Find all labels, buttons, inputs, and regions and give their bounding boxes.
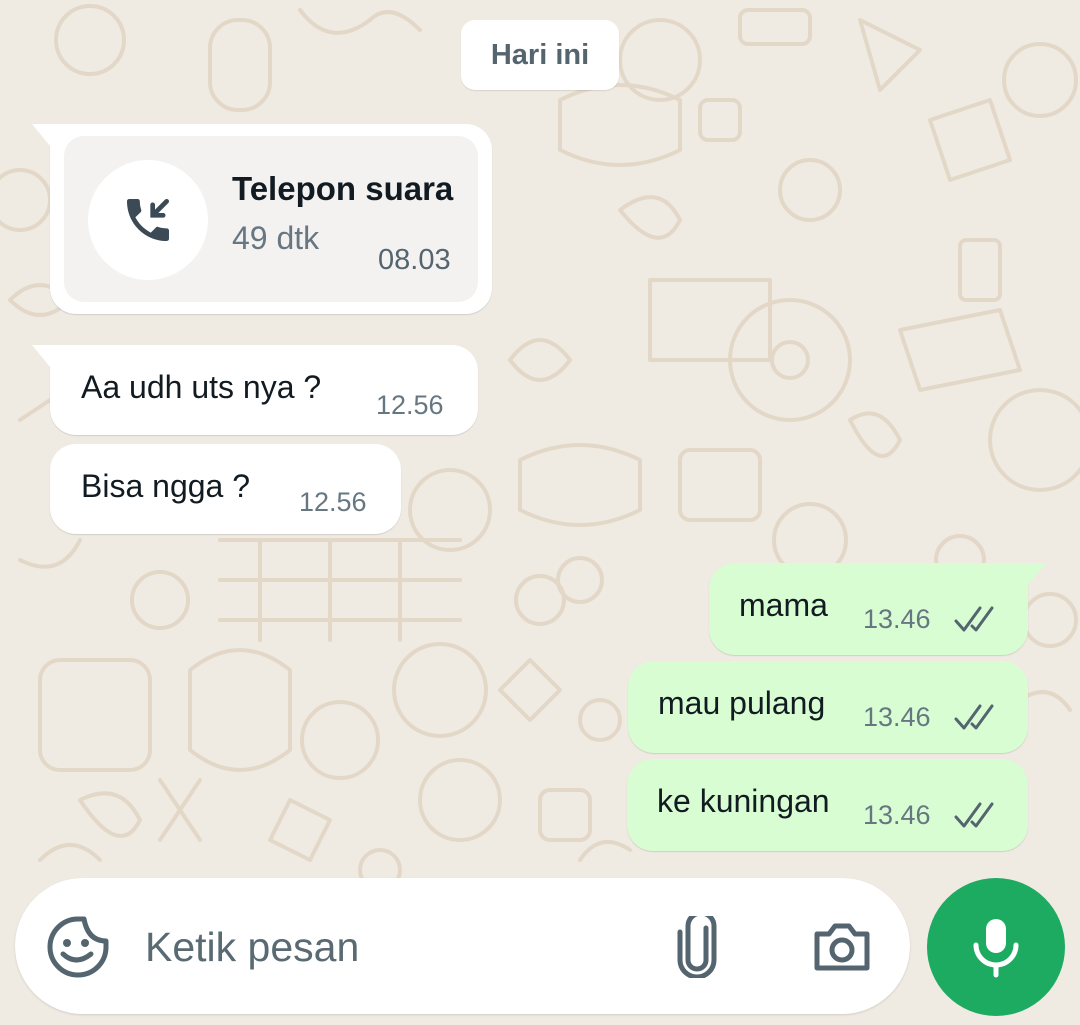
sticker-icon[interactable] [45, 914, 111, 980]
date-label: Hari ini [490, 38, 590, 71]
voice-record-button[interactable] [927, 878, 1065, 1016]
message-composer: Ketik pesan [15, 878, 910, 1014]
incoming-message[interactable]: Aa udh uts nya ? 12.56 [32, 345, 478, 435]
message-text: mama [739, 587, 828, 623]
call-icon-container [88, 160, 208, 280]
call-timestamp: 08.03 [378, 244, 451, 276]
message-text: ke kuningan [657, 783, 830, 819]
message-timestamp: 13.46 [863, 604, 931, 634]
message-text: Bisa ngga ? [81, 468, 251, 504]
voice-call-message[interactable]: Telepon suara 49 dtk 08.03 [32, 124, 492, 314]
message-timestamp: 12.56 [299, 487, 367, 517]
outgoing-message[interactable]: ke kuningan 13.46 [627, 759, 1028, 851]
incoming-message[interactable]: Bisa ngga ? 12.56 [50, 444, 401, 534]
message-timestamp: 12.56 [376, 390, 444, 420]
input-placeholder: Ketik pesan [145, 924, 360, 970]
outgoing-message[interactable]: mau pulang 13.46 [628, 661, 1028, 753]
message-timestamp: 13.46 [863, 702, 931, 732]
read-ticks-icon [954, 704, 994, 730]
paperclip-icon[interactable] [672, 916, 722, 978]
message-text: Aa udh uts nya ? [81, 369, 322, 405]
read-ticks-icon [954, 802, 994, 828]
outgoing-message[interactable]: mama 13.46 [709, 563, 1046, 655]
camera-icon[interactable] [811, 916, 873, 976]
date-separator: Hari ini [461, 20, 619, 90]
incoming-call-icon [127, 199, 170, 241]
message-text: mau pulang [658, 685, 826, 721]
read-ticks-icon [954, 606, 994, 632]
call-duration: 49 dtk [232, 220, 320, 256]
call-card[interactable]: Telepon suara 49 dtk 08.03 [64, 136, 478, 302]
call-title: Telepon suara [232, 170, 454, 207]
message-timestamp: 13.46 [863, 800, 931, 830]
microphone-icon [973, 919, 1019, 978]
